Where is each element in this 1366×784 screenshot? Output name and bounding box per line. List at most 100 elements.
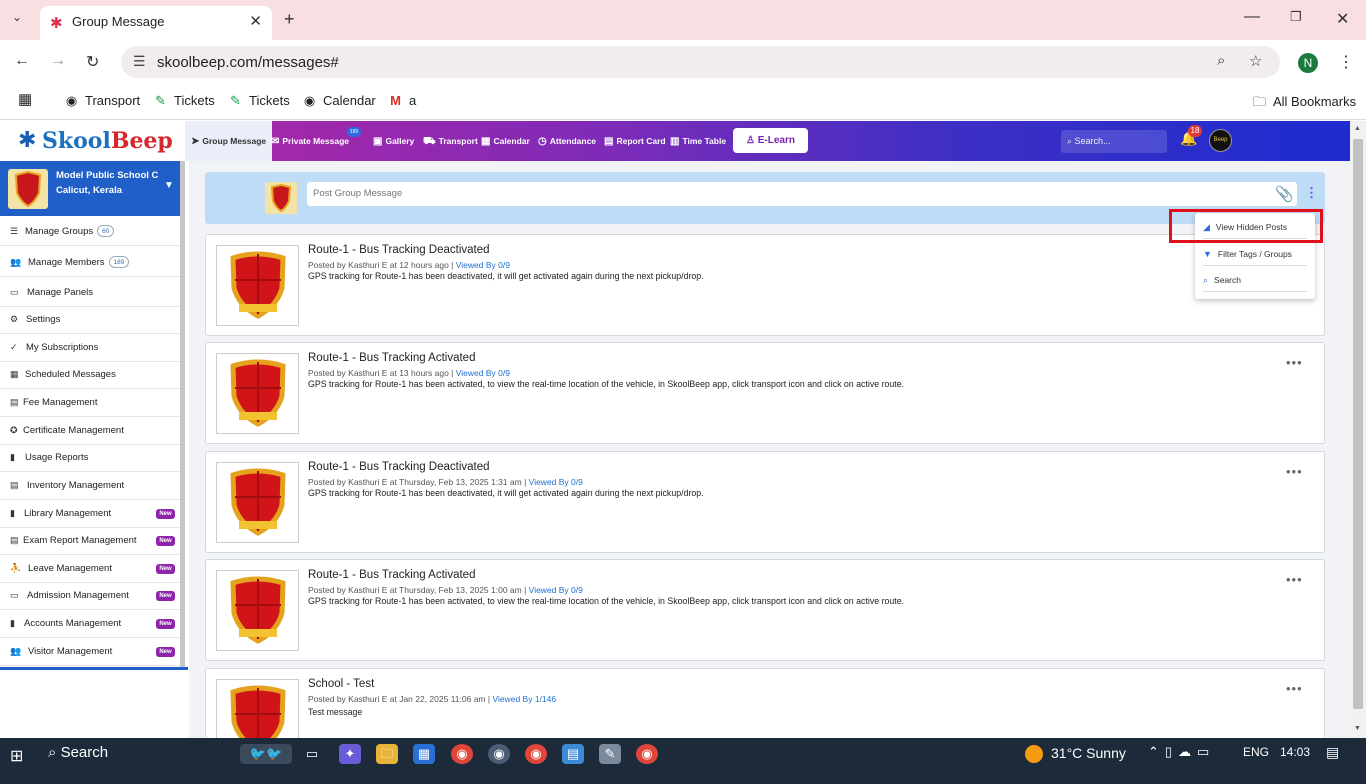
chrome-icon[interactable]: ◉: [451, 744, 473, 764]
nav-calendar[interactable]: ▦ Calendar: [481, 121, 530, 161]
store-icon[interactable]: ▦: [413, 744, 435, 764]
new-tab-icon[interactable]: +: [284, 9, 295, 30]
scroll-thumb[interactable]: [1353, 139, 1363, 709]
viewed-by-link[interactable]: Viewed By 1/146: [492, 694, 556, 704]
sidebar-item-inventory-management[interactable]: ▤ Inventory Management: [0, 472, 180, 500]
more-options-icon[interactable]: •••: [1286, 681, 1303, 696]
system-tray-icons[interactable]: ⌃▯☁▭: [1148, 744, 1215, 760]
bookmark-tickets-1[interactable]: ✎ Tickets: [153, 93, 215, 109]
sidebar-item-manage-panels[interactable]: ▭ Manage Panels: [0, 279, 180, 307]
nav-time-table[interactable]: ▥ Time Table: [670, 121, 726, 161]
menu-item-search[interactable]: ⌕ Search: [1203, 268, 1307, 292]
forward-icon[interactable]: →: [50, 52, 66, 70]
scroll-up-icon[interactable]: ▲: [1354, 125, 1361, 132]
send-icon: ➤: [191, 136, 200, 147]
widgets-birds-icon[interactable]: 🐦🐦: [240, 744, 292, 764]
sidebar-item-my-subscriptions[interactable]: ✓ My Subscriptions: [0, 334, 180, 362]
windows-start-icon[interactable]: ⊞: [10, 746, 23, 766]
elearn-button[interactable]: ♙ E-Learn: [733, 128, 808, 153]
viewed-by-link[interactable]: Viewed By 0/9: [529, 585, 583, 595]
chrome-icon[interactable]: ◉: [525, 744, 547, 764]
nav-group-message[interactable]: ➤ Group Message: [185, 121, 273, 161]
paint-icon[interactable]: ✎: [599, 744, 621, 764]
browser-tab[interactable]: ✱ Group Message ✕: [40, 6, 272, 40]
sidebar-item-certificate-management[interactable]: ✪ Certificate Management: [0, 417, 180, 445]
tab-search-icon[interactable]: ⌄: [12, 10, 22, 24]
all-bookmarks[interactable]: 🗀 All Bookmarks: [1252, 93, 1356, 115]
chrome-icon[interactable]: ◉: [636, 744, 658, 764]
nav-attendance[interactable]: ◷ Attendance: [538, 121, 596, 161]
attachment-clip-icon[interactable]: 📎: [1275, 185, 1294, 203]
sidebar-item-fee-management[interactable]: ▤ Fee Management: [0, 389, 180, 417]
message-card[interactable]: Route-1 - Bus Tracking Deactivated Poste…: [205, 234, 1325, 336]
site-info-icon[interactable]: ☰: [133, 53, 146, 70]
viewed-by-link[interactable]: Viewed By 0/9: [456, 260, 510, 270]
school-selector[interactable]: Model Public School C Calicut, Kerala ▼: [0, 161, 180, 216]
viewed-by-link[interactable]: Viewed By 0/9: [456, 368, 510, 378]
notification-center-icon[interactable]: ▤: [1326, 744, 1339, 761]
bookmark-tickets-2[interactable]: ✎ Tickets: [228, 93, 290, 109]
omnibox[interactable]: ☰ skoolbeep.com/messages# ⌕ ☆: [121, 46, 1280, 78]
notepad-icon[interactable]: ▤: [562, 744, 584, 764]
nav-gallery[interactable]: ▣ Gallery: [373, 121, 414, 161]
reload-icon[interactable]: ↻: [86, 52, 99, 72]
bookmark-calendar[interactable]: ◉ Calendar: [302, 93, 376, 109]
sidebar-item-accounts-management[interactable]: ▮ Accounts Management New: [0, 610, 180, 638]
message-card[interactable]: Route-1 - Bus Tracking Activated Posted …: [205, 559, 1325, 661]
window-close-icon[interactable]: ✕: [1336, 9, 1349, 29]
nav-report-card[interactable]: ▤ Report Card: [604, 121, 666, 161]
bookmark-transport[interactable]: ◉ Transport: [64, 93, 140, 109]
sidebar-item-library-management[interactable]: ▮ Library Management New: [0, 500, 180, 528]
menu-item-filter-tags-groups[interactable]: ▼ Filter Tags / Groups: [1203, 242, 1307, 266]
options-kebab-icon[interactable]: ⋮: [1305, 185, 1318, 201]
clock[interactable]: 14:03: [1280, 745, 1310, 759]
profile-avatar[interactable]: N: [1298, 53, 1318, 73]
file-explorer-icon[interactable]: 🗀: [376, 744, 398, 764]
sidebar-item-leave-management[interactable]: ⛹ Leave Management New: [0, 555, 180, 583]
back-icon[interactable]: ←: [14, 52, 30, 70]
scroll-down-icon[interactable]: ▼: [1354, 725, 1361, 732]
apps-grid-icon[interactable]: ▦: [18, 90, 32, 108]
viewed-by-link[interactable]: Viewed By 0/9: [529, 477, 583, 487]
sidebar-item-manage-groups[interactable]: ☰ Manage Groups 60: [0, 218, 180, 246]
copilot-icon[interactable]: ✦: [339, 744, 361, 764]
sidebar-item-manage-members[interactable]: 👥 Manage Members 189: [0, 249, 180, 277]
more-options-icon[interactable]: •••: [1286, 355, 1303, 370]
message-card[interactable]: Route-1 - Bus Tracking Deactivated Poste…: [205, 451, 1325, 553]
user-avatar[interactable]: Beep: [1209, 129, 1232, 152]
taskbar-search[interactable]: ⌕ Search: [48, 744, 108, 761]
sidebar-item-exam-report-management[interactable]: ▤ Exam Report Management New: [0, 527, 180, 555]
more-options-icon[interactable]: •••: [1286, 572, 1303, 587]
nav-private-message[interactable]: ✉ Private Message: [271, 121, 349, 161]
sidebar-item-scheduled-messages[interactable]: ▦ Scheduled Messages: [0, 361, 180, 389]
weather-widget[interactable]: 31°C Sunny: [1025, 745, 1126, 764]
sidebar-item-settings[interactable]: ⚙ Settings: [0, 306, 180, 334]
close-tab-icon[interactable]: ✕: [249, 12, 262, 30]
bookmark-star-icon[interactable]: ☆: [1249, 52, 1262, 70]
school-name: Model Public School C: [56, 170, 159, 181]
message-title: Route-1 - Bus Tracking Activated: [308, 569, 476, 581]
skoolbeep-logo[interactable]: ✱ SkoolBeep: [0, 121, 185, 161]
more-options-icon[interactable]: •••: [1286, 464, 1303, 479]
language-indicator[interactable]: ENG: [1243, 745, 1269, 759]
restore-icon[interactable]: ❐: [1290, 9, 1302, 25]
zoom-icon[interactable]: ⌕: [1217, 52, 1225, 69]
chrome-active-icon[interactable]: ◉: [488, 744, 510, 764]
nav-transport[interactable]: ⛟ Transport: [423, 121, 478, 161]
bookmark-gmail[interactable]: Ma: [388, 93, 416, 108]
windows-taskbar: ⊞ ⌕ Search 🐦🐦 ▭ ✦ 🗀 ▦ ◉ ◉ ◉ ▤ ✎ ◉ 31°C S…: [0, 738, 1366, 784]
chevron-down-icon[interactable]: ▼: [164, 180, 174, 191]
message-meta: Posted by Kasthuri E at 12 hours ago | V…: [308, 260, 510, 270]
sidebar-item-visitor-management[interactable]: 👥 Visitor Management New: [0, 638, 180, 666]
post-message-input[interactable]: Post Group Message: [307, 182, 1297, 206]
sidebar-item-admission-management[interactable]: ▭ Admission Management New: [0, 582, 180, 610]
leave-icon: ⛹: [10, 563, 22, 573]
app-search-input[interactable]: ⌕ Search...: [1061, 130, 1167, 153]
message-card[interactable]: Route-1 - Bus Tracking Activated Posted …: [205, 342, 1325, 444]
chrome-menu-icon[interactable]: ⋮: [1338, 52, 1354, 72]
page-scrollbar[interactable]: ▲ ▼: [1350, 121, 1366, 738]
sidebar-item-usage-reports[interactable]: ▮ Usage Reports: [0, 444, 180, 472]
minimize-icon[interactable]: —: [1244, 8, 1260, 26]
message-card[interactable]: School - Test Posted by Kasthuri E at Ja…: [205, 668, 1325, 753]
task-view-icon[interactable]: ▭: [301, 744, 323, 764]
